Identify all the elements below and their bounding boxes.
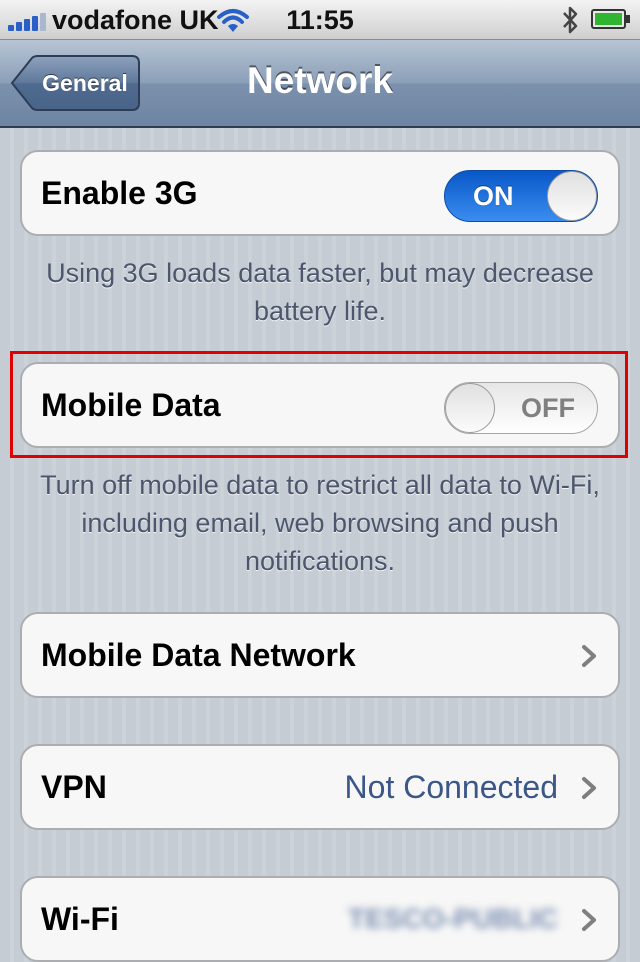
mobile-data-footer: Turn off mobile data to restrict all dat… <box>40 470 600 576</box>
chevron-right-icon <box>582 645 596 667</box>
vpn-label: VPN <box>41 769 107 805</box>
enable-3g-switch-text: ON <box>473 181 514 211</box>
switch-knob <box>547 171 597 221</box>
wifi-network-name: TESCO-PUBLIC <box>348 903 558 934</box>
enable-3g-cell: Enable 3G ON <box>20 150 620 236</box>
wifi-label: Wi-Fi <box>41 901 119 937</box>
vpn-cell[interactable]: VPN Not Connected <box>20 744 620 830</box>
highlight-box <box>10 351 628 458</box>
chevron-right-icon <box>582 777 596 799</box>
mobile-data-network-cell[interactable]: Mobile Data Network <box>20 612 620 698</box>
status-bar: vodafone UK 11:55 <box>0 0 640 40</box>
battery-icon <box>591 9 630 29</box>
page-title: Network <box>247 60 393 101</box>
enable-3g-switch[interactable]: ON <box>444 170 598 222</box>
vpn-status: Not Connected <box>344 769 558 805</box>
wifi-cell[interactable]: Wi-Fi TESCO-PUBLIC <box>20 876 620 962</box>
bluetooth-icon <box>563 6 578 34</box>
enable-3g-label: Enable 3G <box>41 175 198 211</box>
chevron-right-icon <box>582 909 596 931</box>
mobile-data-network-label: Mobile Data Network <box>41 637 356 673</box>
navigation-bar: General Network <box>0 40 640 128</box>
status-time: 11:55 <box>286 5 354 35</box>
enable-3g-footer: Using 3G loads data faster, but may decr… <box>46 258 594 326</box>
